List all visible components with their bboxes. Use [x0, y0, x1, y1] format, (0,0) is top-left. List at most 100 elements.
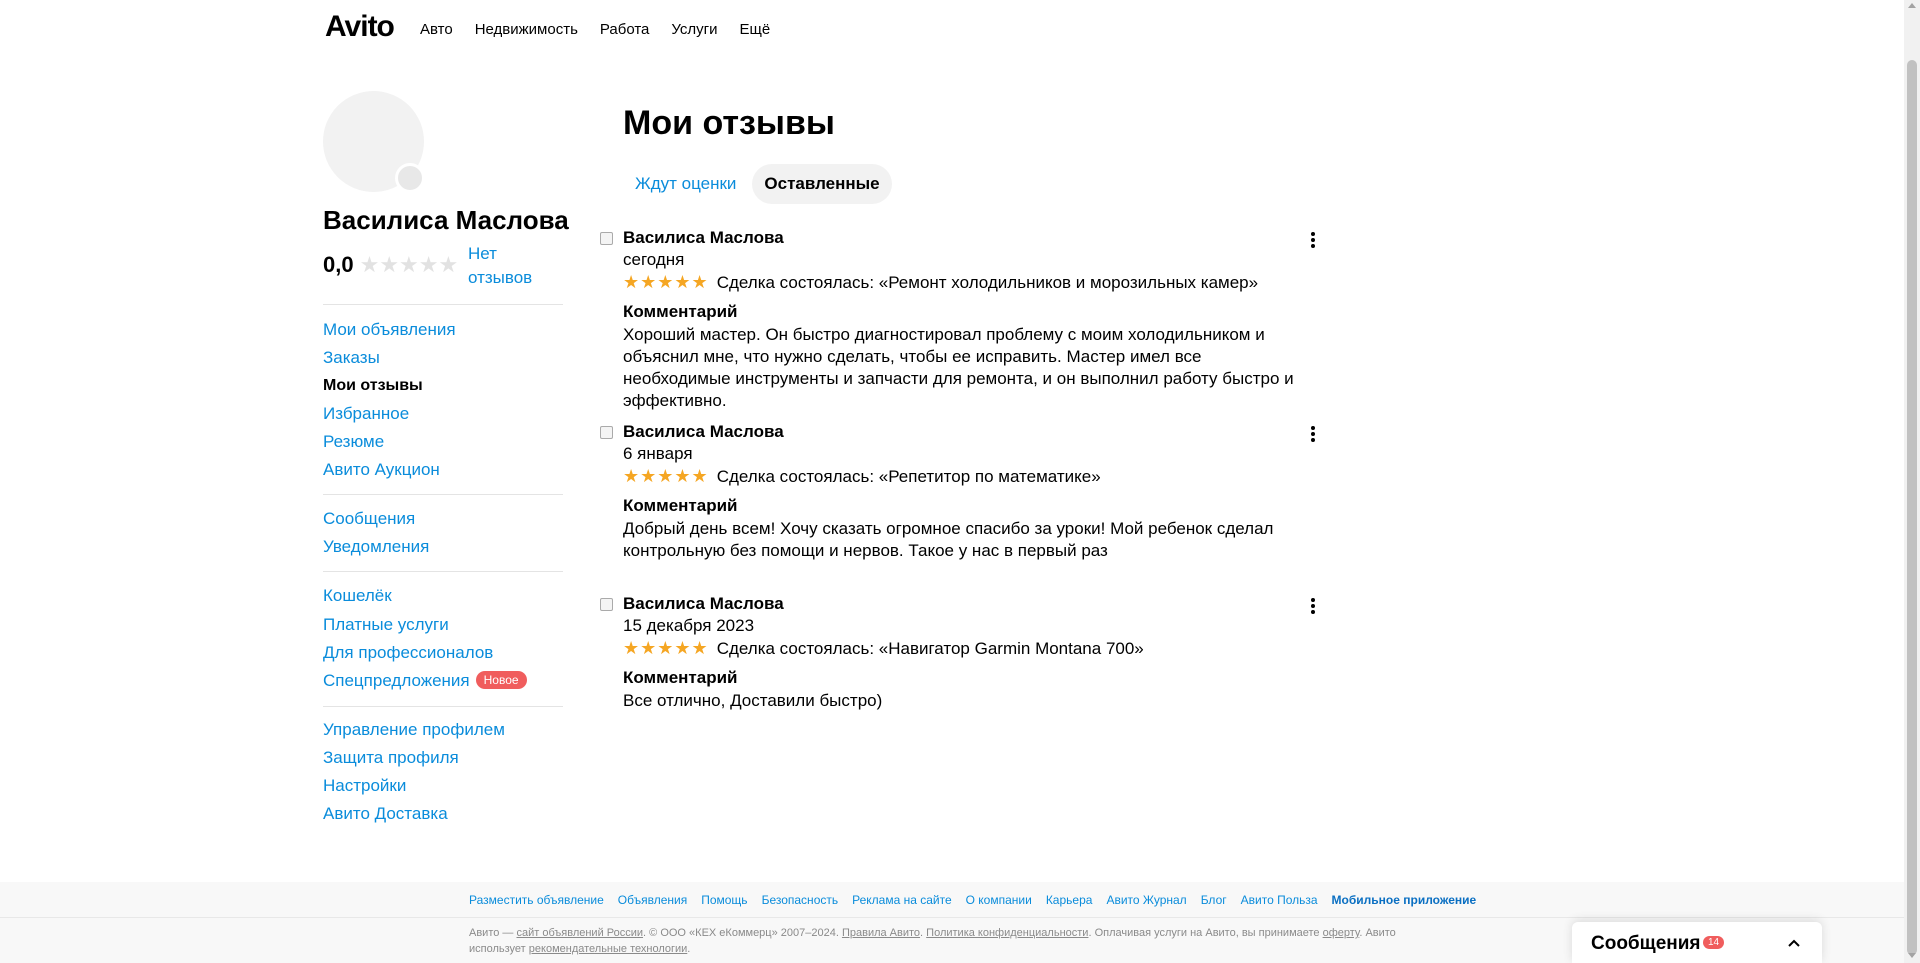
sidebar-item-my-reviews[interactable]: Мои отзывы [323, 377, 423, 395]
footer-divider [0, 917, 1904, 918]
sidebar-item-wallet[interactable]: Кошелёк [323, 586, 392, 606]
author-avatar-image [598, 424, 614, 440]
review-deal: Сделка состоялась: «Репетитор по математ… [716, 466, 1101, 486]
review-deal: Сделка состоялась: «Ремонт холодильников… [716, 272, 1259, 292]
sidebar-item-auction[interactable]: Авито Аукцион [323, 460, 440, 480]
review-comment: Все отлично, Доставили быстро) [623, 691, 883, 710]
review-item: Василиса Маслова 6 января ★★★★★ Сделка с… [598, 422, 1318, 562]
review-date: 6 января [623, 444, 693, 463]
footer-link-journal[interactable]: Авито Журнал [1106, 893, 1186, 907]
sidebar-item-profile-protection[interactable]: Защита профиля [323, 748, 459, 768]
nav-item-auto[interactable]: Авто [420, 21, 453, 38]
scroll-up-arrow-icon[interactable] [1908, 3, 1916, 8]
rating-value: 0,0 [323, 252, 354, 277]
sidebar-item-for-pros[interactable]: Для профессионалов [323, 643, 493, 663]
sidebar-item-my-ads[interactable]: Мои объявления [323, 320, 456, 340]
sidebar-divider [323, 571, 563, 572]
legal-text: . Оплачивая услуги на Авито, вы принимае… [1088, 927, 1323, 939]
footer-link-advertising[interactable]: Реклама на сайте [852, 893, 952, 907]
legal-link-rules[interactable]: Правила Авито [842, 927, 920, 939]
profile-name: Василиса Маслова [323, 205, 569, 235]
review-item: Василиса Маслова сегодня ★★★★★ Сделка со… [598, 228, 1321, 410]
nav-item-jobs[interactable]: Работа [600, 21, 650, 38]
review-rating-row: ★★★★★ Сделка состоялась: «Репетитор по м… [623, 466, 1101, 487]
legal-text: . [687, 943, 691, 955]
sidebar-divider [323, 304, 563, 305]
review-stars: ★★★★★ [623, 638, 709, 658]
comment-label: Комментарий [623, 302, 738, 321]
chevron-up-icon[interactable] [1787, 936, 1801, 950]
legal-text: . © ООО «КЕХ еКоммерц» 2007–2024. [643, 927, 842, 939]
tab-pending[interactable]: Ждут оценки [623, 164, 748, 204]
sidebar-item-orders[interactable]: Заказы [323, 348, 380, 368]
comment-label: Комментарий [623, 668, 738, 687]
review-stars: ★★★★★ [623, 272, 709, 292]
scroll-down-arrow-icon[interactable] [1908, 953, 1916, 958]
messenger-unread-badge: 14 [1703, 936, 1725, 949]
footer-link-career[interactable]: Карьера [1046, 893, 1093, 907]
sidebar-item-paid-services[interactable]: Платные услуги [323, 615, 449, 635]
footer-link-safety[interactable]: Безопасность [762, 893, 839, 907]
rating-stars: ★★★★★ [359, 252, 459, 277]
comment-label: Комментарий [623, 496, 738, 515]
nav-item-more[interactable]: Ещё [740, 21, 771, 38]
sidebar-divider [323, 706, 563, 707]
footer-link-mobile-app[interactable]: Мобильное приложение [1332, 893, 1477, 907]
footer-legal: Авито — сайт объявлений России. © ООО «К… [469, 925, 1429, 957]
sidebar-divider [323, 494, 563, 495]
top-nav: Авто Недвижимость Работа Услуги Ещё [420, 21, 770, 38]
messenger-title: Сообщения [1591, 933, 1701, 954]
author-avatar-image [598, 596, 614, 612]
tab-left[interactable]: Оставленные [752, 164, 892, 204]
more-options-icon[interactable] [1305, 596, 1321, 616]
review-date: сегодня [623, 250, 685, 269]
review-stars: ★★★★★ [623, 466, 709, 486]
legal-link-offer[interactable]: оферту [1323, 927, 1360, 939]
new-badge: Новое [475, 671, 527, 689]
page-title: Мои отзывы [623, 104, 835, 142]
legal-link-privacy[interactable]: Политика конфиденциальности [926, 927, 1088, 939]
no-reviews-link[interactable]: Нет отзывов [468, 242, 548, 290]
nav-item-services[interactable]: Услуги [671, 21, 717, 38]
sidebar-item-label: Спецпредложения [323, 671, 470, 690]
sidebar-item-special-offers[interactable]: Спецпредложения Новое [323, 671, 527, 691]
header: Avito Авто Недвижимость Работа Услуги Ещ… [0, 0, 1904, 60]
sidebar-item-profile-management[interactable]: Управление профилем [323, 720, 505, 740]
review-author[interactable]: Василиса Маслова [623, 594, 784, 614]
review-tabs: Ждут оценки Оставленные [623, 164, 892, 204]
review-comment: Хороший мастер. Он быстро диагностировал… [623, 325, 1294, 410]
footer-link-about[interactable]: О компании [966, 893, 1032, 907]
footer-link-help[interactable]: Помощь [701, 893, 747, 907]
review-rating-row: ★★★★★ Сделка состоялась: «Навигатор Garm… [623, 638, 1144, 659]
review-author[interactable]: Василиса Маслова [623, 422, 784, 442]
avatar-status-dot [395, 163, 425, 193]
review-author[interactable]: Василиса Маслова [623, 228, 784, 248]
footer-link-ads[interactable]: Объявления [618, 893, 687, 907]
messenger-widget[interactable]: Сообщения 14 [1572, 922, 1822, 963]
sidebar-item-notifications[interactable]: Уведомления [323, 537, 429, 557]
more-options-icon[interactable] [1305, 424, 1321, 444]
avito-logo[interactable]: Avito [325, 10, 395, 44]
legal-link-recommendation-tech[interactable]: рекомендательные технологии [529, 943, 688, 955]
review-deal: Сделка состоялась: «Навигатор Garmin Mon… [716, 638, 1144, 658]
author-avatar-image [598, 230, 614, 246]
sidebar-item-favorites[interactable]: Избранное [323, 404, 409, 424]
review-rating-row: ★★★★★ Сделка состоялась: «Ремонт холодил… [623, 272, 1258, 293]
legal-text: Авито — [469, 927, 517, 939]
review-date: 15 декабря 2023 [623, 616, 755, 635]
legal-link-site[interactable]: сайт объявлений России [516, 927, 643, 939]
sidebar-item-messages[interactable]: Сообщения [323, 509, 415, 529]
footer-link-post-ad[interactable]: Разместить объявление [469, 893, 604, 907]
more-options-icon[interactable] [1305, 230, 1321, 250]
review-comment: Добрый день всем! Хочу сказать огромное … [623, 519, 1274, 560]
sidebar-item-avito-delivery[interactable]: Авито Доставка [323, 804, 448, 824]
review-item: Василиса Маслова 15 декабря 2023 ★★★★★ С… [598, 594, 1318, 724]
scrollbar-thumb[interactable] [1907, 60, 1917, 955]
sidebar-item-resume[interactable]: Резюме [323, 432, 384, 452]
footer-link-avito-benefit[interactable]: Авито Польза [1241, 893, 1318, 907]
nav-item-realty[interactable]: Недвижимость [475, 21, 578, 38]
sidebar-item-settings[interactable]: Настройки [323, 776, 406, 796]
profile-rating: 0,0 ★★★★★ [323, 252, 458, 278]
footer-links: Разместить объявление Объявления Помощь … [469, 893, 1476, 907]
footer-link-blog[interactable]: Блог [1201, 893, 1227, 907]
